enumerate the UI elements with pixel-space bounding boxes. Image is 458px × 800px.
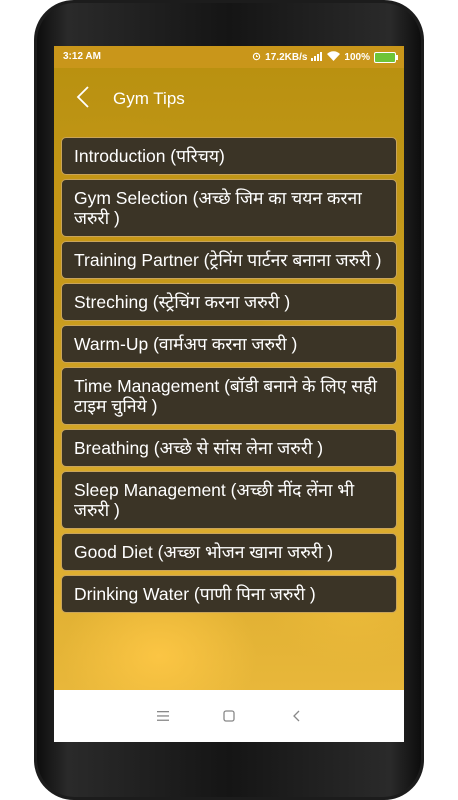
wifi-icon: [327, 51, 341, 64]
list-item-sleep-management[interactable]: Sleep Management (अच्छी नींद लेंना भी जर…: [61, 471, 397, 529]
home-icon: [223, 710, 235, 722]
home-button[interactable]: [217, 704, 241, 728]
status-icons: 17.2KB/s 100%: [252, 51, 398, 64]
status-time: 3:12 AM: [63, 51, 101, 62]
menu-icon: [157, 711, 169, 721]
list-item-label: Time Management (बॉडी बनाने के लिए सही ट…: [74, 376, 377, 416]
list-item-good-diet[interactable]: Good Diet (अच्छा भोजन खाना जरुरी ): [61, 533, 397, 571]
screen: 3:12 AM 17.2KB/s 100% Gym Tips Introduct…: [54, 46, 404, 742]
list-item-label: Drinking Water (पाणी पिना जरुरी ): [74, 584, 316, 604]
tips-list: Introduction (परिचय) Gym Selection (अच्छ…: [61, 137, 397, 617]
list-item-label: Good Diet (अच्छा भोजन खाना जरुरी ): [74, 542, 334, 562]
alarm-icon: [252, 52, 261, 64]
list-item-label: Gym Selection (अच्छे जिम का चयन करना जरु…: [74, 188, 362, 228]
list-item-warm-up[interactable]: Warm-Up (वार्मअप करना जरुरी ): [61, 325, 397, 363]
network-speed: 17.2KB/s: [265, 52, 308, 63]
list-item-time-management[interactable]: Time Management (बॉडी बनाने के लिए सही ट…: [61, 367, 397, 425]
list-item-gym-selection[interactable]: Gym Selection (अच्छे जिम का चयन करना जरु…: [61, 179, 397, 237]
navigation-bar: [54, 690, 404, 742]
list-item-label: Breathing (अच्छे से सांस लेना जरुरी ): [74, 438, 324, 458]
list-item-label: Training Partner (ट्रेनिंग पार्टनर बनाना…: [74, 250, 382, 270]
list-item-label: Streching (स्ट्रेचिंग करना जरुरी ): [74, 292, 291, 312]
battery-icon: [374, 52, 398, 63]
list-item-breathing[interactable]: Breathing (अच्छे से सांस लेना जरुरी ): [61, 429, 397, 467]
nav-back-icon: [293, 710, 300, 722]
battery-percent: 100%: [344, 52, 370, 63]
back-button[interactable]: [68, 80, 100, 112]
status-bar: 3:12 AM 17.2KB/s 100%: [54, 46, 404, 68]
list-item-streching[interactable]: Streching (स्ट्रेचिंग करना जरुरी ): [61, 283, 397, 321]
app-bar: Gym Tips: [54, 68, 404, 124]
page-title: Gym Tips: [113, 89, 185, 108]
list-item-training-partner[interactable]: Training Partner (ट्रेनिंग पार्टनर बनाना…: [61, 241, 397, 279]
list-item-label: Sleep Management (अच्छी नींद लेंना भी जर…: [74, 480, 355, 520]
back-arrow-icon: [76, 86, 89, 108]
list-item-label: Warm-Up (वार्मअप करना जरुरी ): [74, 334, 298, 354]
signal-icon: [311, 51, 323, 64]
nav-back-button[interactable]: [284, 704, 308, 728]
menu-button[interactable]: [151, 704, 175, 728]
list-item-drinking-water[interactable]: Drinking Water (पाणी पिना जरुरी ): [61, 575, 397, 613]
list-item-introduction[interactable]: Introduction (परिचय): [61, 137, 397, 175]
list-item-label: Introduction (परिचय): [74, 146, 225, 166]
